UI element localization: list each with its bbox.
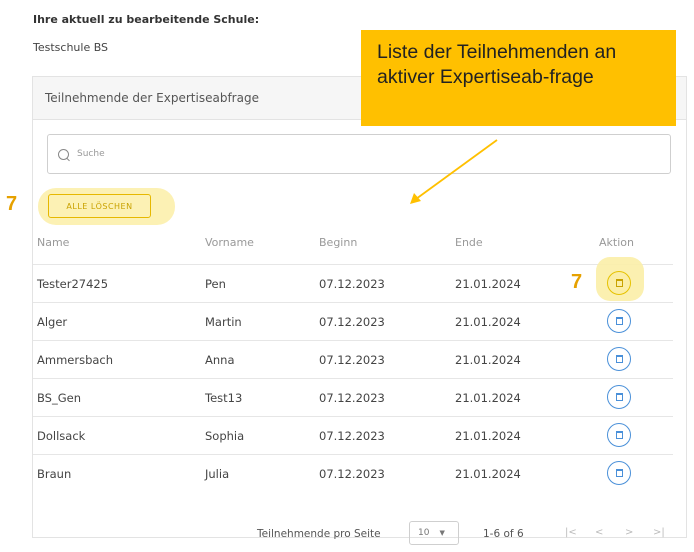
step-marker: 7 bbox=[6, 193, 18, 215]
prev-page-icon[interactable]: < bbox=[595, 527, 603, 538]
page-range: 1-6 of 6 bbox=[483, 528, 524, 540]
chevron-down-icon: ▼ bbox=[439, 529, 445, 537]
next-page-icon[interactable]: > bbox=[625, 527, 633, 538]
rows-per-page-label: Teilnehmende pro Seite bbox=[257, 528, 381, 540]
step-marker: 7 bbox=[571, 271, 583, 293]
first-page-icon[interactable]: |< bbox=[565, 527, 577, 538]
annotation-arrow bbox=[410, 139, 498, 204]
rows-per-page-value: 10 bbox=[418, 528, 430, 538]
last-page-icon[interactable]: >| bbox=[653, 527, 665, 538]
